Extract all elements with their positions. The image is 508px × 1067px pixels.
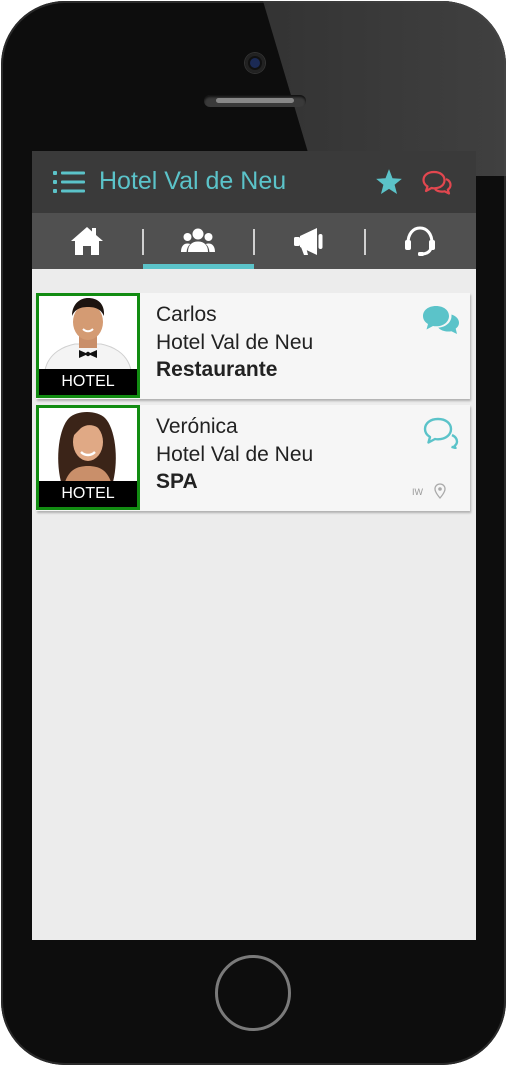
- menu-list-icon[interactable]: [53, 171, 85, 193]
- tab-contacts[interactable]: [143, 213, 254, 269]
- app-header: Hotel Val de Neu: [32, 151, 476, 213]
- phone-frame: Hotel Val de Neu HOTEL Carlos Hotel Val …: [0, 0, 508, 1067]
- location-pin-icon: [434, 483, 446, 499]
- earpiece-speaker: [204, 95, 306, 107]
- star-icon[interactable]: [375, 168, 403, 196]
- app-screen: Hotel Val de Neu HOTEL Carlos Hotel Val …: [32, 151, 476, 940]
- avatar: HOTEL: [36, 405, 140, 510]
- active-tab-indicator: [143, 264, 254, 269]
- tab-home[interactable]: [32, 213, 143, 269]
- page-title: Hotel Val de Neu: [99, 167, 287, 195]
- contact-name: Verónica: [156, 415, 238, 438]
- hotel-tag: HOTEL: [39, 369, 137, 395]
- tab-bar: [32, 213, 476, 269]
- contact-department: SPA: [156, 470, 198, 493]
- front-camera: [245, 53, 265, 73]
- hotel-tag: HOTEL: [39, 481, 137, 507]
- headset-icon: [405, 226, 435, 256]
- person-photo: [39, 408, 137, 482]
- screen-glare: [263, 1, 506, 176]
- chat-bubbles-icon[interactable]: [422, 305, 460, 337]
- tab-announcements[interactable]: [254, 213, 365, 269]
- list-item[interactable]: HOTEL Verónica Hotel Val de Neu SPA IW: [36, 405, 470, 511]
- home-icon: [71, 227, 103, 255]
- list-item[interactable]: HOTEL Carlos Hotel Val de Neu Restaurant…: [36, 293, 470, 399]
- tab-support[interactable]: [365, 213, 476, 269]
- home-button[interactable]: [215, 955, 291, 1031]
- contact-hotel: Hotel Val de Neu: [156, 443, 314, 466]
- chat-bubbles-icon[interactable]: [422, 170, 452, 196]
- contact-hotel: Hotel Val de Neu: [156, 331, 314, 354]
- chat-bubble-outline-icon[interactable]: [422, 417, 460, 449]
- extra-label: IW: [412, 487, 423, 497]
- contact-name: Carlos: [156, 303, 217, 326]
- contact-department: Restaurante: [156, 358, 278, 381]
- avatar: HOTEL: [36, 293, 140, 398]
- person-photo: [39, 296, 137, 370]
- users-icon: [181, 228, 215, 252]
- megaphone-icon: [294, 228, 323, 255]
